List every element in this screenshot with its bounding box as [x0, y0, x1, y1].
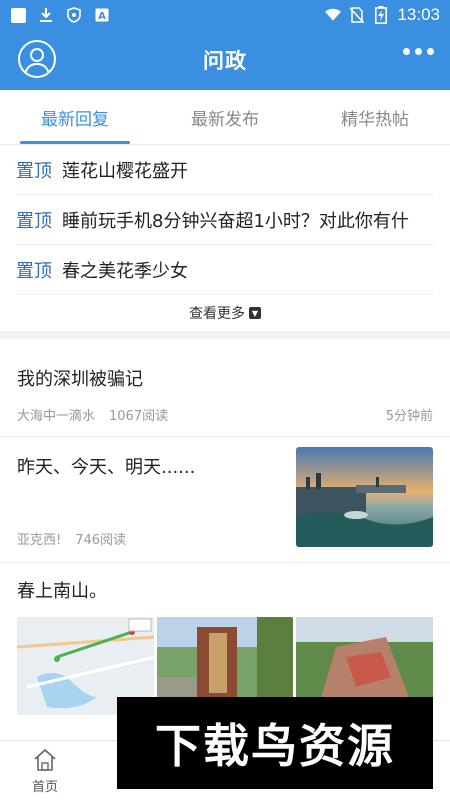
no-sim-icon [349, 7, 365, 23]
post-title: 春上南山。 [17, 581, 107, 602]
post-thumbnail [296, 447, 433, 547]
post-author: 亚克西! [17, 533, 62, 548]
tab-featured-hot[interactable]: 精华热帖 [300, 90, 450, 144]
nav-home[interactable]: 首页 [0, 741, 90, 800]
pinned-title: 莲花山樱花盛开 [62, 160, 188, 182]
tab-latest-replies[interactable]: 最新回复 [0, 90, 150, 144]
section-divider [0, 331, 450, 339]
watermark-logo: 下载鸟资源 [117, 697, 433, 789]
wifi-icon [325, 7, 342, 23]
pinned-item[interactable]: 置顶 莲花山樱花盛开 [16, 145, 434, 195]
nav-home-label: 首页 [31, 779, 58, 795]
status-bar: A 13:03 [0, 0, 450, 30]
post-reads: 746阅读 [75, 533, 127, 548]
chevron-down-icon: ▼ [249, 307, 261, 319]
post-item[interactable]: 我的深圳被骗记 大海中一滴水 1067阅读 5分钟前 [0, 339, 450, 437]
pinned-title: 睡前玩手机8分钟兴奋超1小时？对此你有什 [62, 210, 409, 232]
see-more-label: 查看更多 [189, 306, 245, 322]
clock: 13:03 [397, 5, 440, 24]
post-item[interactable]: 昨天、今天、明天...... 亚克西! 746阅读 [0, 437, 450, 563]
post-author: 大海中一滴水 [17, 409, 96, 424]
home-icon [34, 748, 56, 771]
battery-charging-icon [373, 6, 389, 24]
more-dots-icon[interactable] [403, 48, 434, 55]
post-time: 5分钟前 [385, 409, 433, 424]
shield-icon [66, 7, 82, 23]
pinned-tag: 置顶 [16, 260, 52, 282]
page-title: 问政 [203, 49, 247, 73]
post-reads: 1067阅读 [109, 409, 169, 424]
post-item[interactable]: 春上南山。 [0, 563, 450, 715]
notification-square-icon [10, 7, 26, 23]
pinned-title: 春之美花季少女 [62, 260, 188, 282]
post-title: 昨天、今天、明天...... [17, 457, 196, 478]
user-avatar-icon[interactable] [18, 40, 56, 78]
pinned-item[interactable]: 置顶 春之美花季少女 [16, 245, 434, 295]
see-more-button[interactable]: 查看更多 ▼ [16, 295, 434, 331]
app-header: 问政 [0, 30, 450, 90]
download-icon [38, 7, 54, 23]
pinned-list: 置顶 莲花山樱花盛开 置顶 睡前玩手机8分钟兴奋超1小时？对此你有什 置顶 春之… [0, 145, 450, 331]
pinned-tag: 置顶 [16, 210, 52, 232]
tab-latest-posts[interactable]: 最新发布 [150, 90, 300, 144]
post-title: 我的深圳被骗记 [17, 369, 143, 390]
pinned-item[interactable]: 置顶 睡前玩手机8分钟兴奋超1小时？对此你有什 [16, 195, 434, 245]
svg-text:A: A [98, 11, 106, 22]
pinned-tag: 置顶 [16, 160, 52, 182]
font-a-icon: A [94, 7, 110, 23]
tab-bar: 最新回复 最新发布 精华热帖 [0, 90, 450, 145]
